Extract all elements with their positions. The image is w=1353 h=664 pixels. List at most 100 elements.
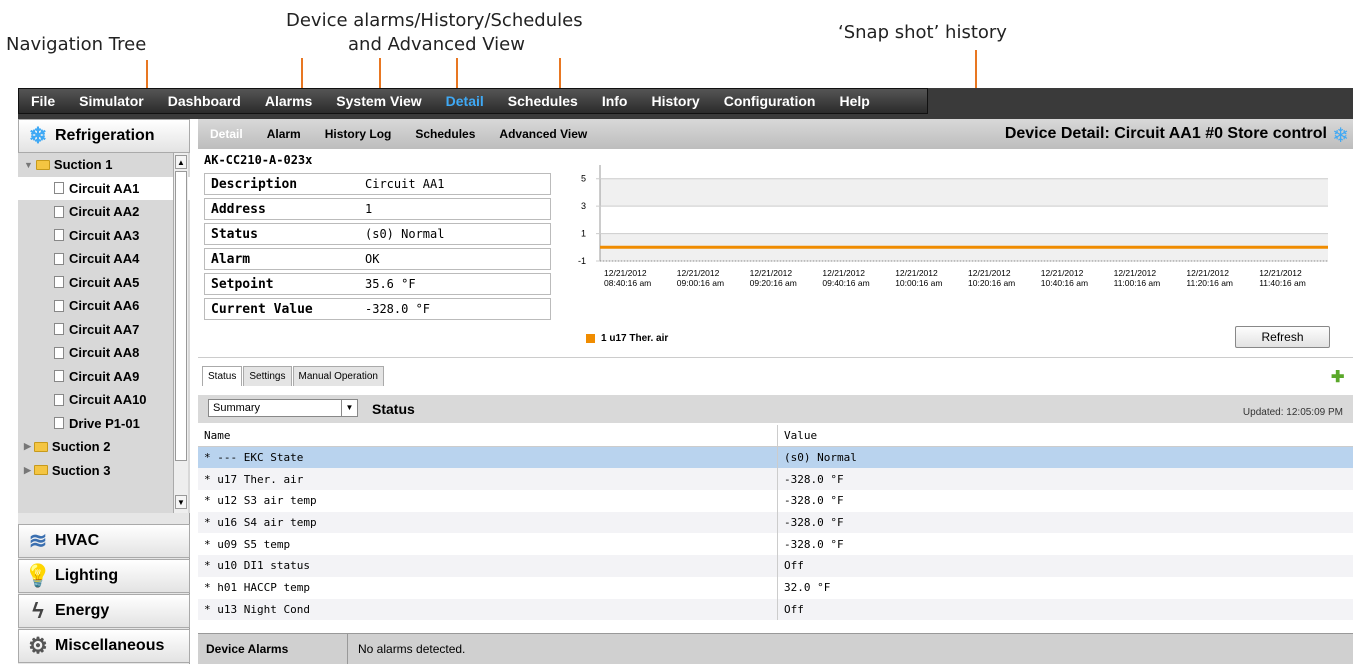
device-alarms-bar: Device Alarms No alarms detected.: [198, 633, 1353, 664]
tree-item-label: Suction 1: [53, 157, 113, 173]
menu-schedules[interactable]: Schedules: [496, 93, 590, 109]
property-key: Setpoint: [211, 276, 274, 292]
menu-file[interactable]: File: [19, 93, 67, 109]
property-value: 1: [365, 202, 373, 216]
annotation-navigation-tree: Navigation Tree: [6, 34, 147, 55]
collapsed-arrow-icon[interactable]: ▶: [24, 465, 31, 476]
menu-help[interactable]: Help: [827, 93, 881, 109]
annotation-device-views-line2: and Advanced View: [348, 34, 525, 55]
tree-item-label: Circuit AA9: [69, 368, 140, 384]
tree-item[interactable]: Circuit AA8: [18, 341, 190, 365]
scroll-thumb[interactable]: [175, 171, 187, 461]
tree-folder[interactable]: ▼ Suction 1: [18, 153, 190, 177]
tree-item-label: Circuit AA3: [69, 227, 140, 243]
chart-legend: 1 u17 Ther. air: [586, 333, 668, 344]
scroll-up-icon[interactable]: ▲: [175, 155, 187, 169]
document-icon: [54, 182, 64, 195]
category-refrigeration[interactable]: ❄ Refrigeration: [18, 119, 190, 153]
tree-item[interactable]: Circuit AA7: [18, 318, 190, 342]
tree-item-label: Circuit AA6: [69, 298, 140, 314]
tab-history-log[interactable]: History Log: [313, 127, 404, 141]
table-row[interactable]: * h01 HACCP temp 32.0 °F: [198, 576, 1353, 599]
collapsed-arrow-icon[interactable]: ▶: [24, 441, 31, 452]
lightning-icon: ϟ: [32, 598, 44, 623]
x-tick-label: 10:20:16 am: [968, 278, 1015, 288]
menu-detail[interactable]: Detail: [434, 93, 496, 109]
cell-value: -328.0 °F: [784, 494, 844, 508]
tree-item[interactable]: Circuit AA5: [18, 271, 190, 295]
column-header-value[interactable]: Value: [778, 429, 817, 442]
tree-item[interactable]: Circuit AA2: [18, 200, 190, 224]
tab-advanced-view[interactable]: Advanced View: [487, 127, 599, 141]
menu-simulator[interactable]: Simulator: [67, 93, 156, 109]
subtab-manual-operation[interactable]: Manual Operation: [292, 366, 384, 386]
menu-configuration[interactable]: Configuration: [712, 93, 828, 109]
folder-icon: [35, 159, 50, 170]
table-row[interactable]: * u12 S3 air temp -328.0 °F: [198, 490, 1353, 512]
table-row[interactable]: * u13 Night Cond Off: [198, 598, 1353, 621]
view-select[interactable]: Summary ▼: [208, 399, 358, 417]
expanded-arrow-icon[interactable]: ▼: [24, 160, 33, 170]
tab-schedules[interactable]: Schedules: [403, 127, 487, 141]
tree-item[interactable]: Circuit AA3: [18, 224, 190, 248]
category-label: HVAC: [55, 532, 100, 549]
chart-band: [600, 178, 1328, 207]
menu-info[interactable]: Info: [590, 93, 640, 109]
scroll-down-icon[interactable]: ▼: [175, 495, 187, 509]
tree-item-label: Circuit AA8: [69, 345, 140, 361]
x-tick-label: 11:00:16 am: [1114, 278, 1161, 288]
x-tick-label: 12/21/2012: [968, 268, 1011, 278]
menu-system-view[interactable]: System View: [324, 93, 433, 109]
menu-alarms[interactable]: Alarms: [253, 93, 324, 109]
table-row[interactable]: * u17 Ther. air -328.0 °F: [198, 468, 1353, 491]
tab-detail[interactable]: Detail: [198, 127, 255, 141]
category-hvac[interactable]: ≋ HVAC: [18, 524, 190, 558]
tree-item[interactable]: Circuit AA1: [18, 176, 190, 200]
cell-value: Off: [784, 559, 804, 573]
add-plus-icon[interactable]: ✚: [1331, 367, 1344, 387]
tree-item-label: Suction 3: [51, 462, 111, 478]
tree-item[interactable]: Circuit AA4: [18, 247, 190, 271]
menu-dashboard[interactable]: Dashboard: [156, 93, 253, 109]
category-miscellaneous[interactable]: ⚙ Miscellaneous: [18, 629, 190, 663]
property-value: 35.6 °F: [365, 277, 416, 291]
category-lighting[interactable]: 💡 Lighting: [18, 559, 190, 593]
document-icon: [54, 229, 64, 242]
subtab-status[interactable]: Status: [202, 366, 243, 386]
document-icon: [54, 323, 64, 336]
tree-item[interactable]: Circuit AA6: [18, 294, 190, 318]
category-energy[interactable]: ϟ Energy: [18, 594, 190, 628]
property-value: OK: [365, 252, 380, 266]
menu-history[interactable]: History: [639, 93, 711, 109]
property-value: -328.0 °F: [365, 302, 431, 316]
document-icon: [54, 346, 64, 359]
chevron-down-icon[interactable]: ▼: [341, 400, 357, 416]
tree-scrollbar[interactable]: ▲ ▼: [173, 153, 188, 513]
gears-icon: ⚙: [28, 633, 48, 658]
legend-swatch: [586, 334, 595, 343]
table-row[interactable]: * --- EKC State (s0) Normal: [198, 446, 1353, 469]
tree-item[interactable]: Circuit AA9: [18, 365, 190, 389]
snowflake-icon: ❄: [28, 123, 48, 148]
menubar-filler: [928, 88, 1353, 114]
updated-timestamp: Updated: 12:05:09 PM: [1242, 407, 1343, 418]
subtab-settings[interactable]: Settings: [243, 366, 292, 386]
table-row[interactable]: * u16 S4 air temp -328.0 °F: [198, 511, 1353, 534]
cell-name: * u17 Ther. air: [198, 468, 778, 491]
snowflake-icon: ❄: [1332, 125, 1349, 147]
table-row[interactable]: * u09 S5 temp -328.0 °F: [198, 533, 1353, 556]
status-table: Name Value * --- EKC State (s0) Normal * u17…: [198, 425, 1353, 625]
tree-item-label: Circuit AA10: [69, 392, 147, 408]
tree-folder[interactable]: ▶ Suction 2: [18, 435, 190, 459]
x-tick-label: 12/21/2012: [1186, 268, 1229, 278]
tree-item[interactable]: Circuit AA10: [18, 388, 190, 412]
table-row[interactable]: * u10 DI1 status Off: [198, 555, 1353, 577]
column-header-name[interactable]: Name: [198, 425, 778, 446]
tab-alarm[interactable]: Alarm: [255, 127, 313, 141]
refresh-button[interactable]: Refresh: [1235, 326, 1330, 348]
tree-folder[interactable]: ▶ Suction 3: [18, 459, 190, 483]
tree-item-label: Circuit AA5: [69, 274, 140, 290]
document-icon: [54, 299, 64, 312]
tree-item[interactable]: Drive P1-01: [18, 412, 190, 436]
device-detail-title: Device Detail: Circuit AA1 #0 Store cont…: [1004, 125, 1327, 142]
